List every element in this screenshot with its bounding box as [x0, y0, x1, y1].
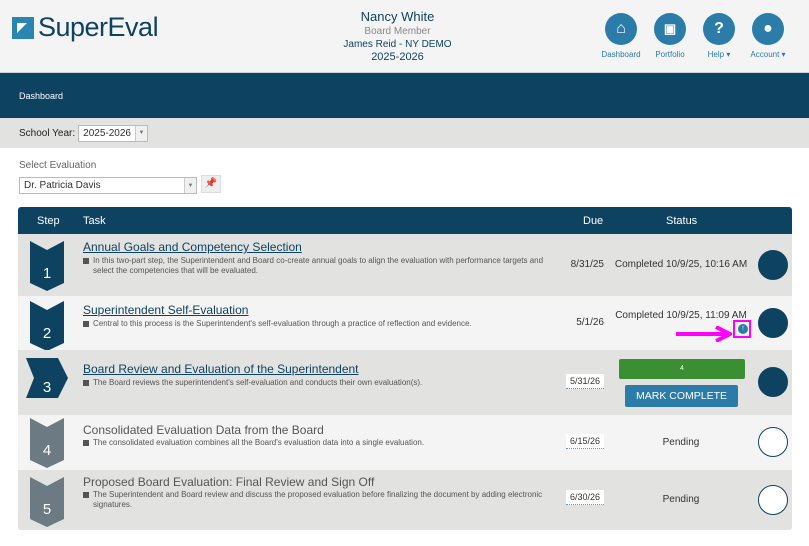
school-year-label: School Year: [19, 128, 75, 139]
status-text: Pending [608, 494, 754, 505]
header-status: Status [666, 215, 697, 227]
school-year-value: 2025-2026 [83, 128, 131, 139]
logo-icon [12, 17, 34, 39]
table-row: 1 Annual Goals and Competency Selection … [18, 234, 792, 296]
user-info: Nancy White Board Member James Reid - NY… [300, 9, 495, 64]
evaluation-select[interactable]: Dr. Patricia Davis ▼ [19, 175, 197, 194]
step-badge: 1 [30, 241, 64, 291]
nav-label: Account ▾ [750, 50, 785, 59]
nav-dashboard[interactable]: ⌂ Dashboard [600, 13, 642, 59]
timeline-dot-pending [758, 427, 788, 457]
chevron-down-icon: ▼ [135, 126, 147, 141]
step-badge: 2 [30, 301, 64, 351]
nav-help[interactable]: ? Help ▾ [698, 13, 740, 59]
due-date: 8/31/25 [571, 259, 604, 270]
task-link[interactable]: Board Review and Evaluation of the Super… [83, 362, 359, 376]
due-date-input[interactable]: 5/31/26 [566, 374, 604, 389]
chevron-down-icon: ▼ [184, 178, 196, 193]
pin-icon: 📌 [205, 178, 217, 189]
task-description: Central to this process is the Superinte… [83, 319, 553, 329]
step-badge: 3 [26, 358, 68, 408]
timeline-dot-pending [758, 485, 788, 515]
task-description: The consolidated evaluation combines all… [83, 438, 553, 448]
select-evaluation-label: Select Evaluation [19, 160, 96, 171]
question-icon: ? [703, 13, 735, 45]
nav-label: Dashboard [601, 50, 640, 59]
due-date: 5/1/26 [576, 317, 604, 328]
header-task: Task [83, 215, 106, 227]
briefcase-icon: ▣ [654, 13, 686, 45]
table-row: 3 Board Review and Evaluation of the Sup… [18, 350, 792, 415]
timeline-dot-complete [758, 250, 788, 280]
timeline-dot-complete [758, 308, 788, 338]
status-text: Completed 10/9/25, 10:16 AM [608, 259, 754, 270]
table-header: Step Task Due Status [18, 207, 792, 234]
breadcrumb-dashboard[interactable]: Dashboard [19, 91, 63, 101]
header-due: Due [583, 215, 603, 227]
school-year-bar: School Year: 2025-2026 ▼ [0, 118, 809, 148]
home-icon: ⌂ [605, 13, 637, 45]
due-date-input[interactable]: 6/30/26 [566, 490, 604, 505]
user-role: Board Member [300, 25, 495, 38]
breadcrumb-bar: Dashboard [0, 73, 809, 118]
due-date-input[interactable]: 6/15/26 [566, 434, 604, 449]
nav-portfolio[interactable]: ▣ Portfolio [649, 13, 691, 59]
district: James Reid - NY DEMO [300, 38, 495, 51]
header-step: Step [37, 215, 60, 227]
user-name: Nancy White [300, 9, 495, 25]
annotation-arrow-icon [676, 326, 736, 342]
user-icon: ● [752, 13, 784, 45]
task-link[interactable]: Annual Goals and Competency Selection [83, 240, 302, 254]
step-badge: 5 [30, 477, 64, 527]
timeline-dot-complete [758, 367, 788, 397]
table-row: 4 Consolidated Evaluation Data from the … [18, 415, 792, 470]
task-description: The Board reviews the superintendent's s… [83, 378, 553, 388]
table-row: 5 Proposed Board Evaluation: Final Revie… [18, 470, 792, 530]
status-text: Pending [608, 437, 754, 448]
pin-button[interactable]: 📌 [201, 175, 221, 193]
logo-text: SuperEval [38, 12, 158, 43]
task-description: In this two-part step, the Superintenden… [83, 256, 553, 276]
header-year: 2025-2026 [300, 51, 495, 64]
school-year-select[interactable]: 2025-2026 ▼ [78, 125, 148, 142]
mark-complete-button[interactable]: MARK COMPLETE [625, 385, 738, 407]
nav-label: Portfolio [655, 50, 684, 59]
task-title: Consolidated Evaluation Data from the Bo… [83, 423, 324, 437]
evaluation-value: Dr. Patricia Davis [24, 180, 101, 191]
step-badge: 4 [30, 418, 64, 468]
app-header: SuperEval Nancy White Board Member James… [0, 0, 809, 73]
task-title: Proposed Board Evaluation: Final Review … [83, 475, 374, 489]
evaluation-steps-table: Step Task Due Status 1 Annual Goals and … [18, 207, 792, 530]
nav-label: Help ▾ [708, 50, 731, 59]
task-link[interactable]: Superintendent Self-Evaluation [83, 303, 248, 317]
progress-bar: 4 [619, 359, 745, 379]
nav-account[interactable]: ● Account ▾ [747, 13, 789, 59]
task-description: The Superintendent and Board review and … [83, 490, 553, 510]
supereval-logo[interactable]: SuperEval [12, 12, 158, 43]
